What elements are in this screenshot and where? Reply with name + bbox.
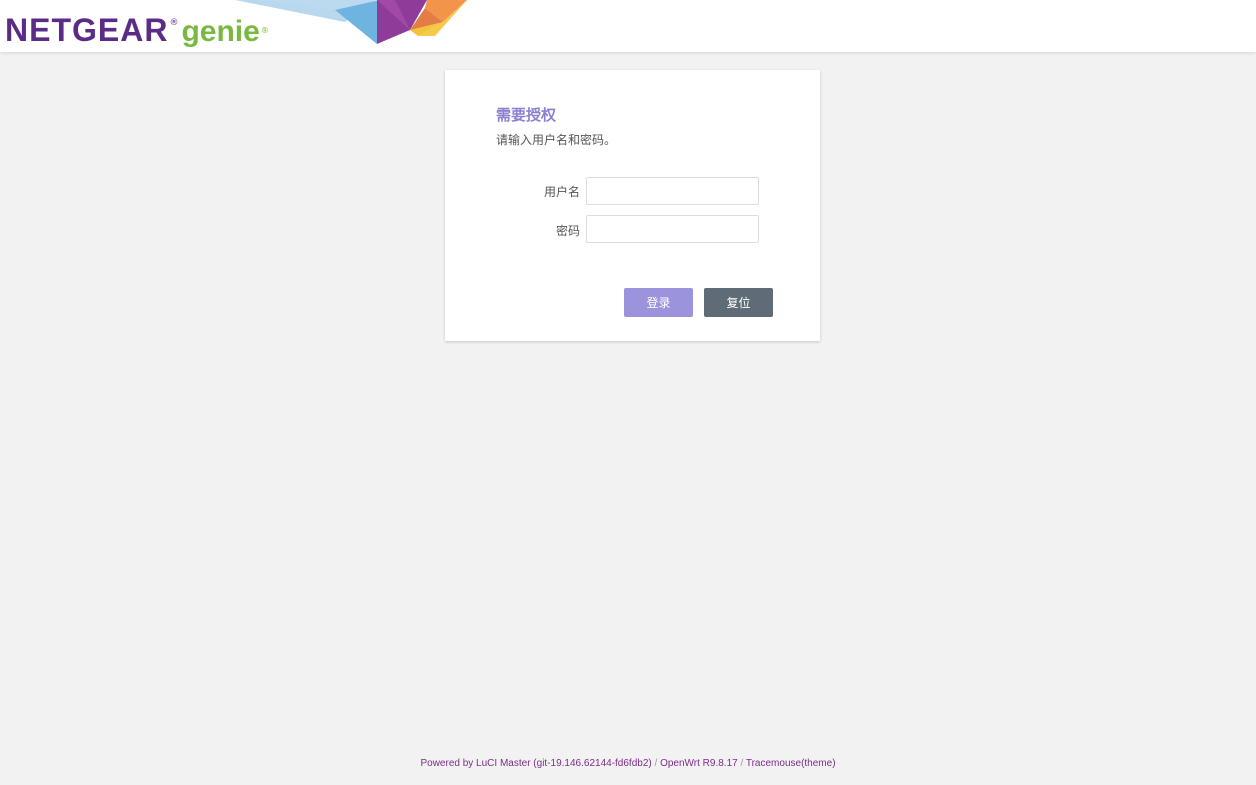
login-title: 需要授权: [496, 106, 557, 124]
password-label: 密码: [555, 224, 580, 238]
logo-registered-mark: ®: [169, 18, 179, 28]
password-input[interactable]: [586, 215, 759, 243]
reset-button[interactable]: 复位: [704, 288, 773, 317]
footer-separator: /: [737, 758, 746, 769]
footer-openwrt-link[interactable]: OpenWrt R9.8.17: [660, 758, 738, 769]
footer-separator: /: [651, 758, 661, 769]
footer-luci-link[interactable]: Powered by LuCI Master (git-19.146.62144…: [420, 758, 651, 769]
login-button[interactable]: 登录: [624, 288, 693, 317]
top-header: NETGEAR ® genie ®: [0, 0, 1256, 52]
logo-netgear-text: NETGEAR: [5, 12, 169, 48]
netgear-genie-logo: NETGEAR ® genie ®: [5, 12, 269, 48]
banner-polygon-art: [235, 0, 467, 44]
login-card: 需要授权 请输入用户名和密码。 用户名 密码 登录 复位: [445, 70, 820, 341]
login-description: 请输入用户名和密码。: [496, 133, 617, 147]
page-footer: Powered by LuCI Master (git-19.146.62144…: [0, 758, 1256, 769]
username-input[interactable]: [586, 177, 759, 205]
footer-theme-link[interactable]: Tracemouse(theme): [746, 758, 836, 769]
username-label: 用户名: [543, 185, 580, 199]
